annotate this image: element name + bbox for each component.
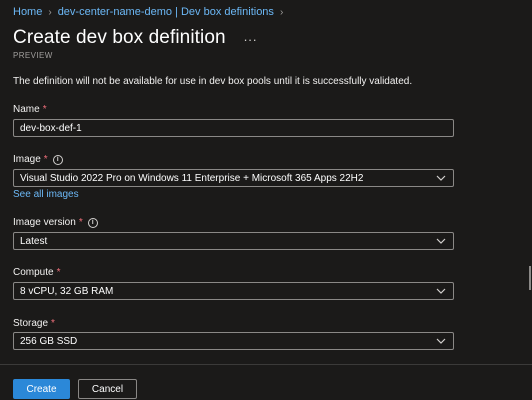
info-icon[interactable]: i <box>52 154 63 165</box>
chevron-right-icon: › <box>279 6 284 18</box>
storage-dropdown[interactable]: 256 GB SSD <box>13 332 454 350</box>
required-marker: * <box>56 267 61 278</box>
image-version-dropdown-value: Latest <box>20 235 48 247</box>
storage-dropdown-value: 256 GB SSD <box>20 335 78 347</box>
required-marker: * <box>43 154 48 165</box>
chevron-right-icon: › <box>48 6 52 18</box>
breadcrumb: Home › dev-center-name-demo | Dev box de… <box>13 6 289 18</box>
page-title: Create dev box definition <box>13 27 226 48</box>
image-label: Image * i <box>13 154 63 165</box>
name-input[interactable]: dev-box-def-1 <box>13 119 454 137</box>
info-icon[interactable]: i <box>87 217 98 228</box>
image-dropdown-value: Visual Studio 2022 Pro on Windows 11 Ent… <box>20 172 364 184</box>
chevron-down-icon <box>435 172 447 184</box>
compute-label-text: Compute <box>13 267 54 278</box>
see-all-images-link[interactable]: See all images <box>13 189 79 200</box>
storage-label: Storage * <box>13 318 55 329</box>
title-row: Create dev box definition ... <box>13 27 258 49</box>
image-version-label-text: Image version <box>13 217 76 228</box>
image-version-label: Image version * i <box>13 217 98 228</box>
name-label: Name * <box>13 104 47 115</box>
scrollbar[interactable] <box>529 266 531 290</box>
footer-divider <box>0 364 532 365</box>
breadcrumb-dev-box-definitions-link[interactable]: dev-center-name-demo | Dev box definitio… <box>58 6 274 18</box>
cancel-button[interactable]: Cancel <box>78 379 137 399</box>
compute-dropdown[interactable]: 8 vCPU, 32 GB RAM <box>13 282 454 300</box>
validation-info-text: The definition will not be available for… <box>13 76 413 87</box>
preview-label: PREVIEW <box>13 51 53 60</box>
chevron-down-icon <box>435 235 447 247</box>
create-dev-box-definition-page: Home › dev-center-name-demo | Dev box de… <box>0 0 532 400</box>
image-version-dropdown[interactable]: Latest <box>13 232 454 250</box>
compute-label: Compute * <box>13 267 60 278</box>
chevron-down-icon <box>435 285 447 297</box>
breadcrumb-home-link[interactable]: Home <box>13 6 42 18</box>
name-input-value: dev-box-def-1 <box>20 122 82 134</box>
required-marker: * <box>78 217 83 228</box>
required-marker: * <box>42 104 47 115</box>
image-label-text: Image <box>13 154 41 165</box>
image-dropdown[interactable]: Visual Studio 2022 Pro on Windows 11 Ent… <box>13 169 454 187</box>
storage-label-text: Storage <box>13 318 49 329</box>
name-label-text: Name <box>13 104 40 115</box>
more-icon[interactable]: ... <box>244 30 258 43</box>
chevron-down-icon <box>435 335 447 347</box>
required-marker: * <box>51 318 55 329</box>
compute-dropdown-value: 8 vCPU, 32 GB RAM <box>20 285 114 297</box>
create-button[interactable]: Create <box>13 379 70 399</box>
